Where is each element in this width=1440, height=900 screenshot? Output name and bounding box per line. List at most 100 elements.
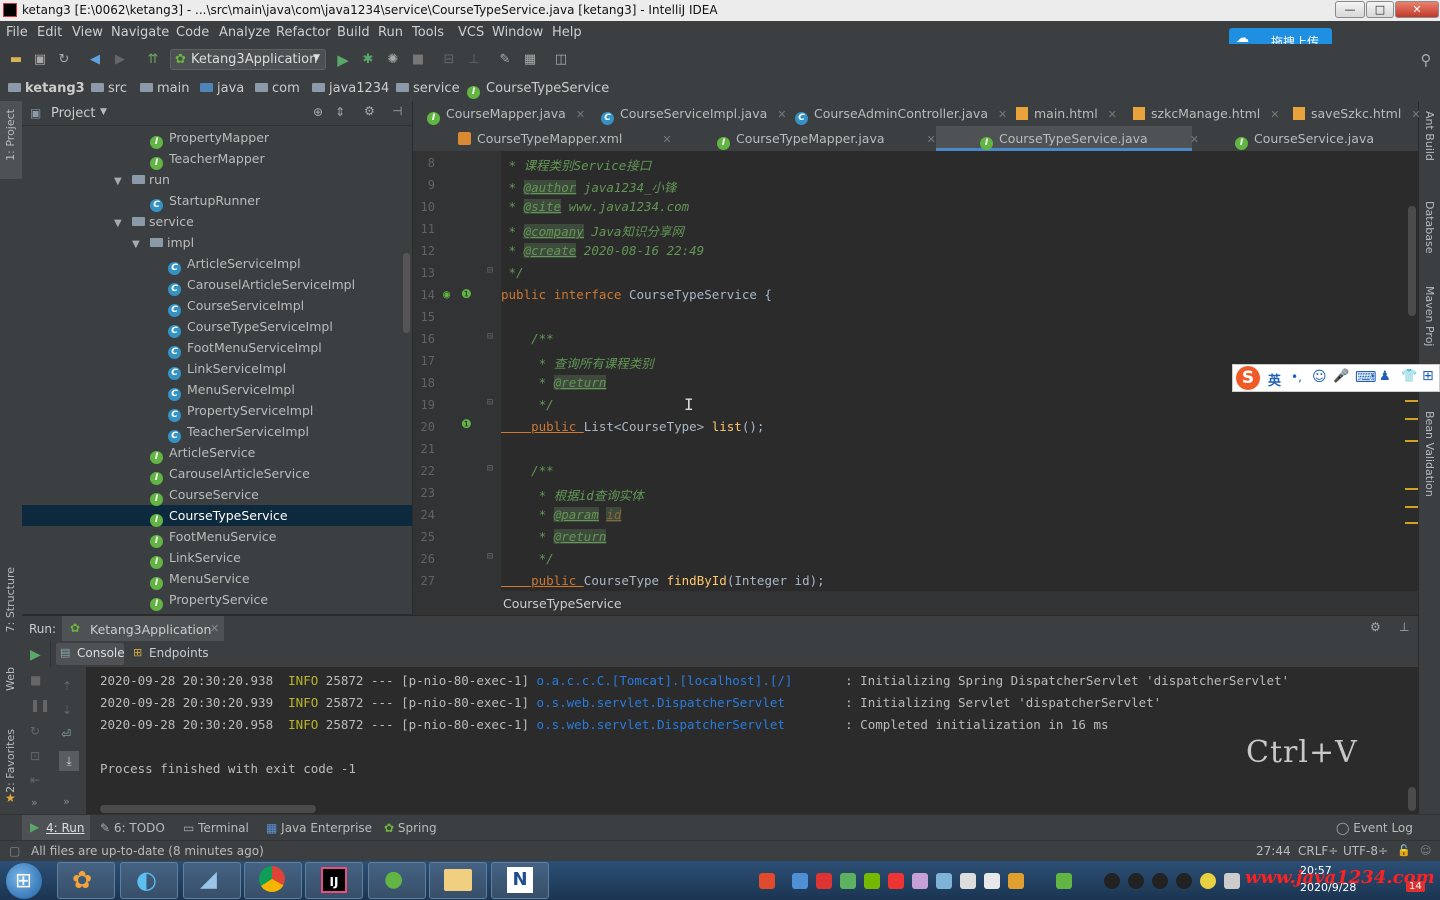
implemented-gutter-icon[interactable]: ◉ (443, 287, 450, 301)
close-icon[interactable]: ✕ (1270, 108, 1279, 121)
tree-item[interactable]: I ArticleService (150, 442, 255, 464)
scroll-down-icon[interactable]: ⇣ (62, 703, 72, 717)
ime-keyboard-button[interactable]: ⌨ (1355, 368, 1377, 386)
tab-courseserviceimpl-java[interactable]: C CourseServiceImpl.java ✕ (601, 101, 787, 126)
bell-tray-icon[interactable] (984, 873, 1000, 889)
save-icon[interactable]: ▣ (32, 52, 48, 68)
run-config-tab[interactable]: ✿ Ketang3Application ✕ (62, 616, 224, 642)
start-button[interactable]: ⊞ (6, 863, 42, 899)
cube-tray-icon[interactable] (792, 873, 808, 889)
menu-analyze[interactable]: Analyze (219, 25, 270, 40)
tree-folder-impl[interactable]: ▼ impl (132, 232, 194, 253)
java-enterprise-tool-button[interactable]: ▦ Java Enterprise (266, 821, 372, 835)
back-icon[interactable]: ◀ (87, 52, 103, 68)
console-output[interactable]: 2020-09-28 20:30:20.938 INFO 25872 --- [… (86, 667, 1418, 814)
project-scrollbar[interactable] (403, 253, 410, 333)
taskbar-app-wechat[interactable]: ● (368, 862, 426, 899)
forward-icon[interactable]: ▶ (112, 52, 128, 68)
breadcrumb-java1234[interactable]: java1234 (312, 81, 389, 96)
tree-item[interactable]: C CourseServiceImpl (168, 295, 304, 317)
database-tab[interactable]: Database (1423, 201, 1436, 254)
close-icon[interactable]: ✕ (998, 108, 1007, 121)
rerun-icon[interactable]: ▶ (30, 647, 41, 663)
tab-coursemapper-java[interactable]: I CourseMapper.java ✕ (427, 101, 585, 126)
tab-courseservice-java[interactable]: I CourseService.java (1235, 126, 1374, 151)
spring-tool-button[interactable]: ✿ Spring (384, 821, 437, 835)
pause-icon[interactable]: ❚❚ (30, 698, 50, 712)
maven-projects-tab[interactable]: Maven Proj (1423, 286, 1436, 346)
close-button[interactable]: ✕ (1395, 1, 1439, 18)
volume-tray-icon[interactable] (1224, 873, 1240, 889)
tree-item[interactable]: I PropertyService (150, 589, 268, 611)
build-icon[interactable]: ⇈ (145, 52, 161, 68)
chevron-down-icon[interactable]: ▼ (100, 107, 107, 117)
close-icon[interactable]: ✕ (662, 133, 671, 146)
todo-tool-button[interactable]: ✎ 6: TODO (100, 821, 165, 835)
more-icon[interactable]: » (63, 795, 70, 808)
marker-stripe[interactable] (1405, 440, 1418, 442)
marker-stripe[interactable] (1405, 506, 1418, 508)
qq-tray-icon[interactable] (1128, 873, 1144, 889)
settings-wrench-icon[interactable]: ✎ (497, 52, 513, 68)
gear-icon[interactable]: ⚙ (364, 104, 375, 118)
sync-icon[interactable]: ↻ (56, 52, 72, 68)
fold-icon[interactable]: ⊟ (487, 331, 493, 342)
app-tray-icon[interactable] (912, 873, 928, 889)
tab-coursetypemapper-xml[interactable]: CourseTypeMapper.xml ✕ (458, 126, 672, 151)
tree-item[interactable]: C ArticleServiceImpl (168, 253, 301, 275)
web-tool-tab[interactable]: Web (4, 667, 17, 691)
fold-icon[interactable]: ⊟ (487, 551, 493, 562)
menu-vcs[interactable]: VCS (458, 25, 484, 40)
tree-folder-service[interactable]: ▼ service (114, 211, 194, 232)
terminal-tool-button[interactable]: ▭ Terminal (183, 821, 249, 835)
stop-icon[interactable]: ■ (30, 673, 41, 687)
run-tool-button[interactable]: ▶ 4: Run (22, 815, 90, 841)
soft-wrap-icon[interactable]: ⏎ (61, 727, 71, 741)
qq-tray-icon[interactable] (1104, 873, 1120, 889)
menu-navigate[interactable]: Navigate (111, 25, 169, 40)
tab-saveszkc-html[interactable]: saveSzkc.html ✕ (1293, 101, 1421, 126)
taskbar-app-recorder[interactable]: N (491, 862, 549, 899)
ant-build-tab[interactable]: Ant Build (1423, 111, 1436, 161)
shield-tray-icon[interactable] (840, 873, 856, 889)
menu-code[interactable]: Code (176, 25, 209, 40)
more-icon[interactable]: » (31, 796, 38, 809)
interface-gutter-icon[interactable]: ❶ (461, 287, 472, 301)
tab-main-html[interactable]: main.html ✕ (1016, 101, 1117, 126)
breadcrumb-service[interactable]: service (396, 81, 460, 96)
tab-courseadmincontroller-java[interactable]: C CourseAdminController.java ✕ (795, 101, 1007, 126)
tab-szkcmanage-html[interactable]: szkcManage.html ✕ (1133, 101, 1280, 126)
ime-language-toggle[interactable]: 英 (1268, 370, 1281, 389)
implemented-method-gutter-icon[interactable]: ❶ (461, 417, 472, 431)
tree-item[interactable]: C StartupRunner (150, 190, 260, 212)
run-configuration-select[interactable]: ✿ Ketang3Application ▼ (170, 49, 326, 70)
maximize-button[interactable]: □ (1366, 1, 1394, 18)
structure-tool-tab[interactable]: 7: Structure (4, 567, 17, 632)
ime-mic-button[interactable]: 🎤 (1333, 369, 1349, 384)
breadcrumb-com[interactable]: com (255, 81, 300, 96)
qq-tray-icon[interactable] (1176, 873, 1192, 889)
marker-stripe[interactable] (1405, 488, 1418, 490)
breadcrumb-coursetypeservice[interactable]: I CourseTypeService (467, 81, 609, 99)
breadcrumb-ketang3[interactable]: ketang3 (8, 81, 85, 96)
editor-scrollbar[interactable] (1408, 206, 1416, 316)
close-icon[interactable]: ✕ (777, 108, 786, 121)
menu-help[interactable]: Help (552, 25, 582, 40)
caret-position[interactable]: 27:44 (1256, 844, 1291, 858)
minimize-button[interactable]: — (1335, 1, 1365, 18)
menu-edit[interactable]: Edit (37, 25, 62, 40)
menu-run[interactable]: Run (378, 25, 403, 40)
ime-user-icon[interactable]: ♟ (1379, 369, 1391, 384)
menu-tools[interactable]: Tools (412, 25, 444, 40)
taskbar-app-photos[interactable]: ✿ (57, 862, 115, 899)
ime-punctuation-toggle[interactable]: •, (1291, 370, 1302, 384)
tree-item[interactable]: C MenuServiceImpl (168, 379, 295, 401)
hide-panel-icon[interactable]: ⊣ (392, 104, 402, 118)
sogou-logo-icon[interactable]: S (1236, 366, 1260, 390)
marker-stripe[interactable] (1405, 418, 1418, 420)
attach-icon[interactable]: ⊟ (441, 52, 457, 68)
ime-skin-icon[interactable]: 👕 (1401, 369, 1417, 384)
dump-icon[interactable]: ⊡ (30, 749, 40, 763)
tree-item[interactable]: C PropertyServiceImpl (168, 400, 313, 422)
favorites-tool-tab[interactable]: 2: Favorites (4, 729, 17, 793)
